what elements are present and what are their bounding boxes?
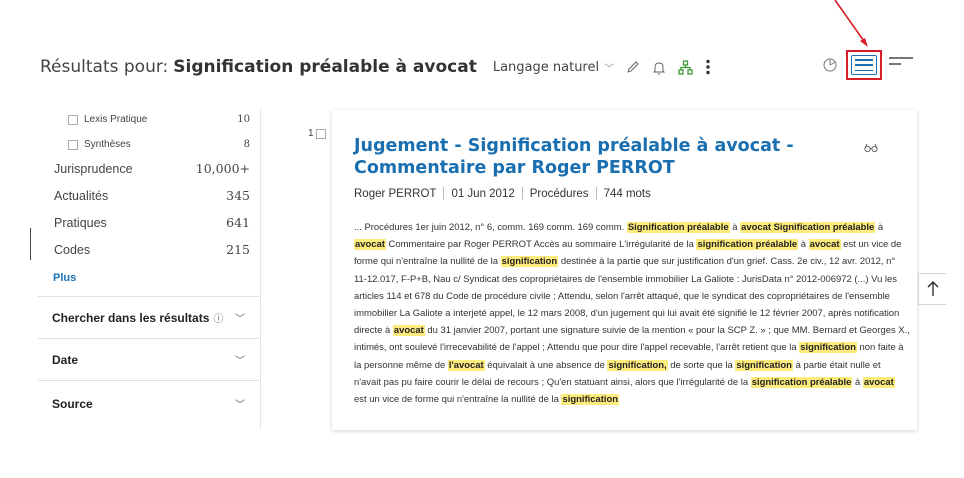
more-vertical-icon[interactable] xyxy=(705,59,711,75)
facet-count: 10 xyxy=(237,114,250,125)
result-title-link[interactable]: Jugement - Signification préalable à avo… xyxy=(354,135,874,179)
facet-count: 641 xyxy=(226,215,250,230)
facet-count: 215 xyxy=(226,242,250,257)
section-label: Chercher dans les résultats xyxy=(52,310,210,325)
chevron-down-icon: ﹀ xyxy=(235,356,245,367)
snippet-text: à xyxy=(798,239,809,251)
facet-label: Synthèses xyxy=(84,139,131,150)
snippet-text: à xyxy=(729,222,741,233)
highlighted-term: l'avocat xyxy=(447,359,485,371)
chevron-down-icon: ﹀ xyxy=(604,63,615,75)
highlighted-term: avocat xyxy=(354,239,386,251)
facet-count: 8 xyxy=(243,139,250,150)
facet-row[interactable]: Lexis Pratique 10 xyxy=(38,114,250,125)
divider xyxy=(443,187,445,200)
results-prefix: Résultats pour: xyxy=(40,57,169,77)
result-snippet: ... Procédures 1er juin 2012, n° 6, comm… xyxy=(354,219,910,408)
facet-label: Actualités xyxy=(54,188,109,203)
highlighted-term: avocat xyxy=(392,325,425,337)
highlighted-term: avocat xyxy=(808,239,841,251)
bell-icon[interactable] xyxy=(652,60,666,75)
highlighted-term: signification préalable xyxy=(696,239,799,251)
language-mode-label: Langage naturel xyxy=(492,59,600,75)
glasses-icon[interactable] xyxy=(864,140,878,158)
result-meta: Roger PERROT 01 Jun 2012 Procédures 744 … xyxy=(354,187,651,200)
divider xyxy=(30,228,31,260)
date-section[interactable]: Date ﹀ xyxy=(38,338,259,380)
facet-count: 10,000+ xyxy=(195,161,250,176)
hierarchy-icon[interactable] xyxy=(678,59,693,75)
facet-label: Pratiques xyxy=(54,215,107,230)
search-query: Signification préalable à avocat xyxy=(173,57,477,77)
facet-label: Codes xyxy=(54,242,91,257)
highlighted-term: Signification préalable xyxy=(626,222,730,233)
list-view-icon xyxy=(851,55,877,75)
result-index: 1 xyxy=(308,128,314,139)
snippet-text: Commentaire par Roger PERROT Accès au so… xyxy=(385,239,697,251)
facet-row[interactable]: Synthèses 8 xyxy=(38,139,250,150)
facet-row[interactable]: Actualités 345 xyxy=(38,188,250,203)
facet-count: 345 xyxy=(226,188,250,203)
highlighted-term: avocat Signification préalable xyxy=(740,222,876,233)
facet-label: Lexis Pratique xyxy=(84,114,148,125)
filter-sidebar: Lexis Pratique 10 Synthèses 8 Jurisprude… xyxy=(38,108,261,430)
result-number: 1 xyxy=(308,128,326,139)
snippet-text: équivalait à une absence de xyxy=(484,359,608,371)
source-section[interactable]: Source ﹀ xyxy=(38,380,259,426)
highlighted-term: signification xyxy=(799,342,857,354)
result-card: Jugement - Signification préalable à avo… xyxy=(332,110,917,430)
facet-row[interactable]: Pratiques 641 xyxy=(38,215,250,230)
annotation-arrow xyxy=(834,0,868,47)
facet-row[interactable]: Jurisprudence 10,000+ xyxy=(38,161,250,176)
highlighted-term: signification xyxy=(735,359,793,371)
snippet-text: est un vice de forme qui n'entraîne la n… xyxy=(354,394,562,406)
result-author: Roger PERROT xyxy=(354,187,437,200)
highlighted-term: signification préalable xyxy=(750,376,853,388)
section-label: Source xyxy=(52,396,93,411)
compact-view-icon[interactable] xyxy=(889,57,913,71)
info-icon[interactable]: ⓘ xyxy=(213,310,223,325)
facet-checkbox[interactable] xyxy=(68,114,78,125)
search-within-section[interactable]: Chercher dans les résultats ⓘ ﹀ xyxy=(38,296,259,338)
arrow-up-icon xyxy=(927,281,938,296)
result-source: Procédures xyxy=(529,187,589,200)
result-date: 01 Jun 2012 xyxy=(451,187,515,200)
highlighted-term: signification, xyxy=(607,359,668,371)
results-header: Résultats pour: Signification préalable … xyxy=(40,53,711,81)
divider xyxy=(521,187,523,200)
snippet-text: à xyxy=(875,222,884,233)
scroll-top-button[interactable] xyxy=(918,273,946,305)
snippet-text: ... Procédures 1er juin 2012, n° 6, comm… xyxy=(354,222,627,233)
snippet-text: de sorte que la xyxy=(667,359,736,371)
highlighted-term: avocat xyxy=(862,376,895,388)
snippet-text: à xyxy=(852,376,863,388)
facet-row[interactable]: Codes 215 xyxy=(38,242,250,257)
list-view-button[interactable] xyxy=(846,50,882,80)
result-checkbox[interactable] xyxy=(315,128,326,139)
facet-checkbox[interactable] xyxy=(68,139,78,150)
language-mode-dropdown[interactable]: Langage naturel ﹀ xyxy=(493,60,614,75)
pencil-icon[interactable] xyxy=(626,60,640,74)
highlighted-term: signification xyxy=(561,394,620,406)
divider xyxy=(595,187,597,200)
highlighted-term: signification xyxy=(500,256,559,268)
more-facets-link[interactable]: Plus xyxy=(53,272,76,284)
chevron-down-icon: ﹀ xyxy=(235,314,245,325)
pie-chart-icon[interactable] xyxy=(822,57,838,73)
result-word-count: 744 mots xyxy=(603,187,651,200)
facet-label: Jurisprudence xyxy=(54,161,133,176)
section-label: Date xyxy=(52,352,79,367)
chevron-down-icon: ﹀ xyxy=(235,400,245,411)
